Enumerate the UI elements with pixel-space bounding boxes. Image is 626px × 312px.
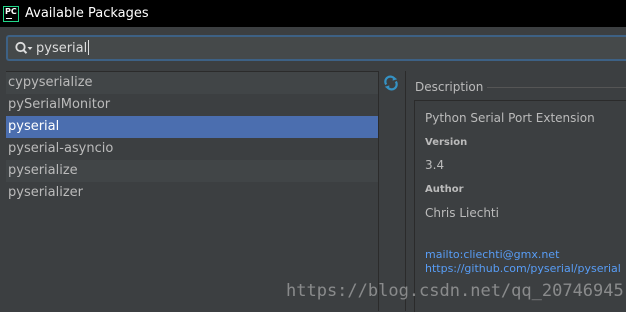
email-link[interactable]: mailto:cliechti@gmx.net [425, 248, 559, 261]
package-list-item[interactable]: pyserialize [6, 160, 378, 182]
homepage-link[interactable]: https://github.com/pyserial/pyserial [425, 262, 621, 275]
package-list-item[interactable]: pySerialMonitor [6, 94, 378, 116]
side-toolbar [379, 71, 405, 311]
package-list-item[interactable]: pyserial [6, 116, 378, 138]
package-list-item[interactable]: pyserializer [6, 182, 378, 204]
package-list-item[interactable]: cypyserialize [6, 72, 378, 94]
pycharm-logo-icon: PC [3, 5, 19, 22]
description-header: Description [409, 76, 626, 98]
search-area: pyserial [0, 27, 626, 68]
package-list[interactable]: cypyserialize pySerialMonitor pyserial pyse… [6, 71, 378, 312]
watermark-text: https://blog.csdn.net/qq_20746945 [286, 281, 624, 301]
search-value: pyserial [36, 41, 88, 56]
text-caret [88, 40, 90, 55]
reload-icon[interactable] [383, 75, 399, 91]
author-value: Chris Liechti [425, 206, 499, 220]
toolbar-divider [405, 71, 406, 311]
title-bar: PC Available Packages [0, 0, 626, 27]
package-details: Description Python Serial Port Extension… [409, 71, 626, 312]
package-summary: Python Serial Port Extension [425, 111, 595, 125]
version-value: 3.4 [425, 158, 445, 172]
author-label: Author [425, 184, 464, 195]
search-text: pyserial [36, 40, 90, 56]
window-title: Available Packages [25, 6, 149, 21]
search-icon[interactable] [14, 40, 34, 58]
package-list-item[interactable]: pyserial-asyncio [6, 138, 378, 160]
version-label: Version [425, 137, 468, 148]
search-input[interactable]: pyserial [6, 35, 626, 61]
app-icon-text: PC [5, 6, 17, 16]
